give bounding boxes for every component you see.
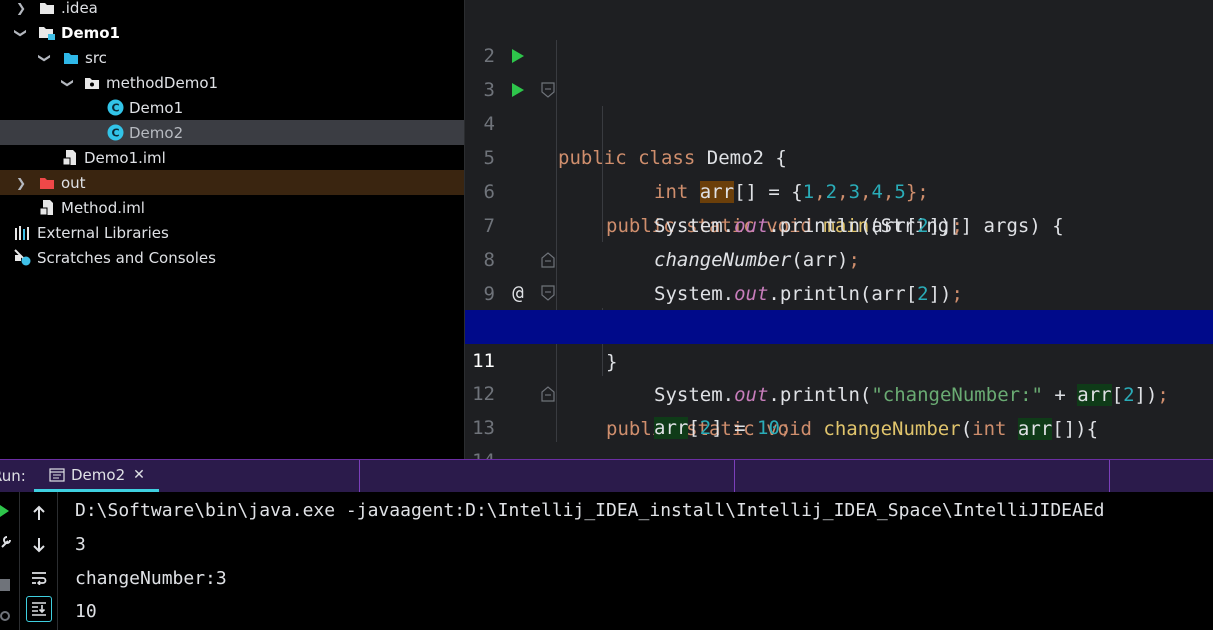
code-line[interactable]: 10 @ public static void changeNumber(int…: [465, 276, 1213, 440]
rerun-icon[interactable]: [0, 503, 10, 522]
fold-icon[interactable]: [540, 243, 556, 277]
tree-item-label: Method.iml: [61, 198, 145, 217]
tree-item-label: src: [85, 48, 107, 67]
code-line[interactable]: 2: [465, 5, 1213, 67]
run-tab-label: Demo2: [71, 465, 126, 484]
tree-item-demo1-iml[interactable]: Demo1.iml: [0, 145, 464, 170]
up-arrow-icon[interactable]: [26, 500, 52, 526]
run-tab-bar: Run: Demo2 ✕: [0, 459, 1213, 492]
fold-icon[interactable]: [540, 276, 556, 310]
run-tab-demo2[interactable]: Demo2 ✕: [34, 460, 159, 492]
tree-item-label: .idea: [61, 0, 98, 17]
divider: [1109, 460, 1110, 492]
chevron-down-icon[interactable]: ❯: [38, 51, 52, 65]
module-icon: [38, 25, 56, 41]
excluded-folder-icon: [38, 175, 56, 191]
source-folder-icon: [62, 50, 80, 66]
chevron-down-icon[interactable]: ❯: [61, 76, 75, 90]
code-line[interactable]: 9 }: [465, 243, 1213, 373]
iml-file-icon: [61, 150, 79, 166]
tree-item-idea[interactable]: ❯ .idea: [0, 0, 464, 20]
tree-item-external-libraries[interactable]: External Libraries: [0, 220, 464, 245]
console-output-line: D:\Software\bin\java.exe -javaagent:D:\I…: [75, 500, 1105, 521]
code-line[interactable]: 13 }: [465, 377, 1213, 439]
run-label: Run:: [0, 467, 26, 485]
console-output-line: 10: [75, 601, 97, 622]
soft-wrap-icon[interactable]: [26, 565, 52, 591]
stop-icon[interactable]: [0, 576, 10, 595]
fold-icon[interactable]: [540, 377, 556, 411]
code-line[interactable]: 8 System.out.println(arr[2]);: [465, 209, 1213, 305]
divider: [359, 460, 360, 492]
tree-item-label: Scratches and Consoles: [37, 248, 216, 267]
down-arrow-icon[interactable]: [26, 532, 52, 558]
chevron-right-icon[interactable]: ❯: [14, 1, 28, 15]
folder-icon: [38, 0, 56, 16]
tree-item-label: Demo1: [61, 23, 120, 42]
code-line[interactable]: 12 arr[2] = 10;: [465, 343, 1213, 439]
package-icon: [83, 75, 101, 91]
tree-item-label: Demo1.iml: [84, 148, 166, 167]
project-tree: ❯ .idea ❯ Demo1 ❯ src ❯ methodDemo1 C De…: [0, 0, 464, 459]
code-line-current[interactable]: 11 System.out.println("changeNumber:" + …: [465, 310, 1213, 406]
run-gutter-icon[interactable]: [508, 73, 528, 107]
console-toolbar: [20, 492, 58, 630]
java-class-icon: C: [106, 124, 124, 141]
tree-item-demo1-module[interactable]: ❯ Demo1: [0, 20, 464, 45]
tree-item-label: out: [61, 173, 86, 192]
chevron-right-icon[interactable]: ❯: [14, 176, 28, 190]
code-line[interactable]: 6 System.out.println(arr[2]);: [465, 141, 1213, 237]
console-output-line: 3: [75, 534, 86, 555]
java-class-icon: C: [106, 99, 124, 116]
code-editor[interactable]: 2 3 public class Demo2 { 4 public static…: [464, 0, 1213, 459]
tree-item-demo1-class[interactable]: C Demo1: [0, 95, 464, 120]
tree-item-label: Demo2: [129, 123, 184, 142]
iml-file-icon: [38, 200, 56, 216]
tree-item-label: External Libraries: [37, 223, 169, 242]
run-gutter-icon[interactable]: [508, 39, 528, 73]
scratches-icon: [14, 249, 32, 266]
code-line[interactable]: 5 int arr[] = {1,2,3,4,5};: [465, 107, 1213, 203]
code-line[interactable]: 7 changeNumber(arr);: [465, 175, 1213, 271]
console-output-line: changeNumber:3: [75, 568, 227, 589]
override-icon[interactable]: @: [508, 276, 528, 310]
divider: [734, 460, 735, 492]
scroll-to-end-icon[interactable]: [26, 596, 52, 622]
libraries-icon: [14, 225, 32, 241]
svg-text:C: C: [111, 102, 119, 115]
tree-item-demo2-class[interactable]: C Demo2: [0, 120, 464, 145]
settings-icon[interactable]: [0, 608, 12, 627]
console-icon: [48, 467, 66, 483]
close-icon[interactable]: ✕: [133, 467, 145, 483]
svg-text:C: C: [111, 127, 119, 140]
tree-item-src[interactable]: ❯ src: [0, 45, 464, 70]
code-line[interactable]: 14 }: [465, 410, 1213, 459]
tree-item-label: methodDemo1: [106, 73, 219, 92]
code-line[interactable]: 3 public class Demo2 {: [465, 39, 1213, 169]
tree-item-method-iml[interactable]: Method.iml: [0, 195, 464, 220]
tree-item-out[interactable]: ❯ out: [0, 170, 464, 195]
run-side-toolbar: [0, 492, 20, 630]
tree-item-scratches[interactable]: Scratches and Consoles: [0, 245, 464, 270]
tree-item-methoddemo1[interactable]: ❯ methodDemo1: [0, 70, 464, 95]
fold-icon[interactable]: [540, 73, 556, 107]
tree-item-label: Demo1: [129, 98, 184, 117]
code-line[interactable]: 4 public static void main(String[] args)…: [465, 73, 1213, 237]
chevron-down-icon[interactable]: ❯: [14, 26, 28, 40]
run-console[interactable]: D:\Software\bin\java.exe -javaagent:D:\I…: [0, 492, 1213, 630]
wrench-icon[interactable]: [0, 534, 12, 553]
line-number: 14: [465, 444, 495, 459]
